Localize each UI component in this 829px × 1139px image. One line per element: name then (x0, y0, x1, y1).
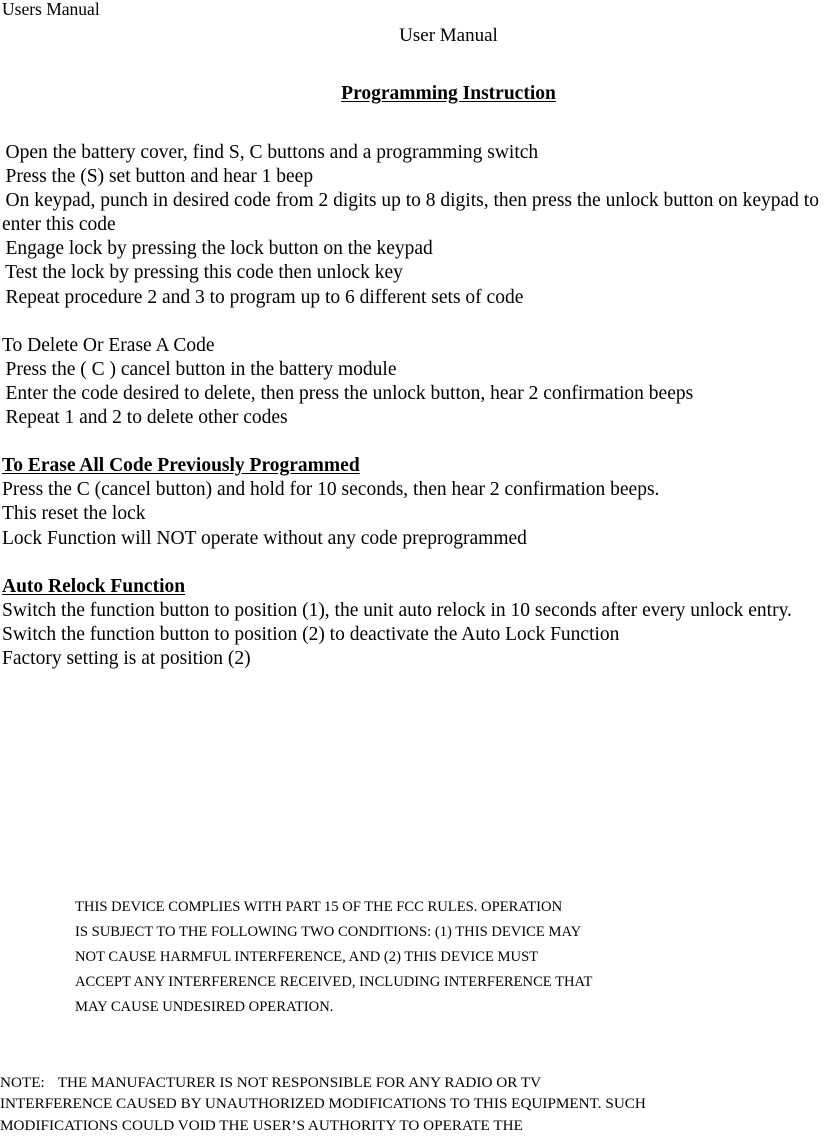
auto-relock-heading-text: Auto Relock Function (2, 575, 186, 597)
programming-step: 2. Press the (S) set button and hear 1 b… (0, 166, 314, 188)
note-line: MODIFICATIONS COULD VOID THE USER’S AUTH… (0, 1116, 523, 1134)
auto-relock-heading: Auto Relock Function (2, 575, 828, 599)
programming-step: 4. Engage lock by pressing the lock butt… (0, 238, 433, 260)
fcc-line: THIS DEVICE COMPLIES WITH PART 15 OF THE… (75, 899, 563, 915)
fcc-line: ACCEPT ANY INTERFERENCE RECEIVED, INCLUD… (75, 974, 593, 991)
programming-step: 5. Test the lock by pressing this code t… (0, 262, 403, 284)
auto-relock-line: Factory setting is at position (2) (2, 647, 251, 669)
delete-step: 2. Enter the code desired to delete, the… (0, 382, 694, 404)
section-title-text: Programming Instruction (341, 83, 556, 104)
delete-step: 1. Press the ( C ) cancel button in the … (0, 358, 397, 380)
fcc-line: IS SUBJECT TO THE FOLLOWING TWO CONDITIO… (75, 924, 582, 941)
note-first-line: NOTE: THE MANUFACTURER IS NOT RESPONSIBLE… (0, 1072, 829, 1093)
programming-step: 1. Open the battery cover, find S, C but… (0, 142, 539, 163)
programming-step: 3. On keypad, punch in desired code from… (0, 190, 819, 236)
erase-all-heading: To Erase All Code Previously Programmed (2, 454, 828, 478)
delete-section-heading: To Delete Or Erase A Code (2, 334, 215, 356)
manufacturer-note: NOTE: THE MANUFACTURER IS NOT RESPONSIBLE… (0, 1072, 829, 1136)
section-title: Programming Instruction (0, 82, 829, 106)
erase-all-line: Lock Function will NOT operate without a… (2, 527, 527, 549)
running-header: Users Manual (2, 0, 100, 19)
erase-all-line: Press the C (cancel button) and hold for… (2, 479, 660, 501)
manual-page: Users Manual User Manual Programming Ins… (0, 0, 829, 1139)
auto-relock-line: Switch the function button to position (… (2, 623, 620, 645)
delete-step: 3. Repeat 1 and 2 to delete other codes (0, 407, 288, 429)
fcc-line: NOT CAUSE HARMFUL INTERFERENCE, AND (2) … (75, 949, 539, 966)
auto-relock-line: Switch the function button to position (… (2, 599, 792, 621)
note-line: THE MANUFACTURER IS NOT RESPONSIBLE FOR … (57, 1074, 542, 1091)
erase-all-line: This reset the lock (2, 503, 146, 525)
programming-step: 6. Repeat procedure 2 and 3 to program u… (0, 286, 524, 308)
note-label: NOTE: (0, 1074, 45, 1091)
erase-all-heading-text: To Erase All Code Previously Programmed (2, 455, 360, 477)
fcc-compliance-statement: THIS DEVICE COMPLIES WITH PART 15 OF THE… (75, 895, 815, 1020)
document-title: User Manual (399, 25, 498, 46)
note-line: INTERFERENCE CAUSED BY UNAUTHORIZED MODI… (0, 1095, 646, 1113)
fcc-line: MAY CAUSE UNDESIRED OPERATION. (75, 999, 334, 1016)
manual-body: 1. Open the battery cover, find S, C but… (0, 141, 828, 671)
